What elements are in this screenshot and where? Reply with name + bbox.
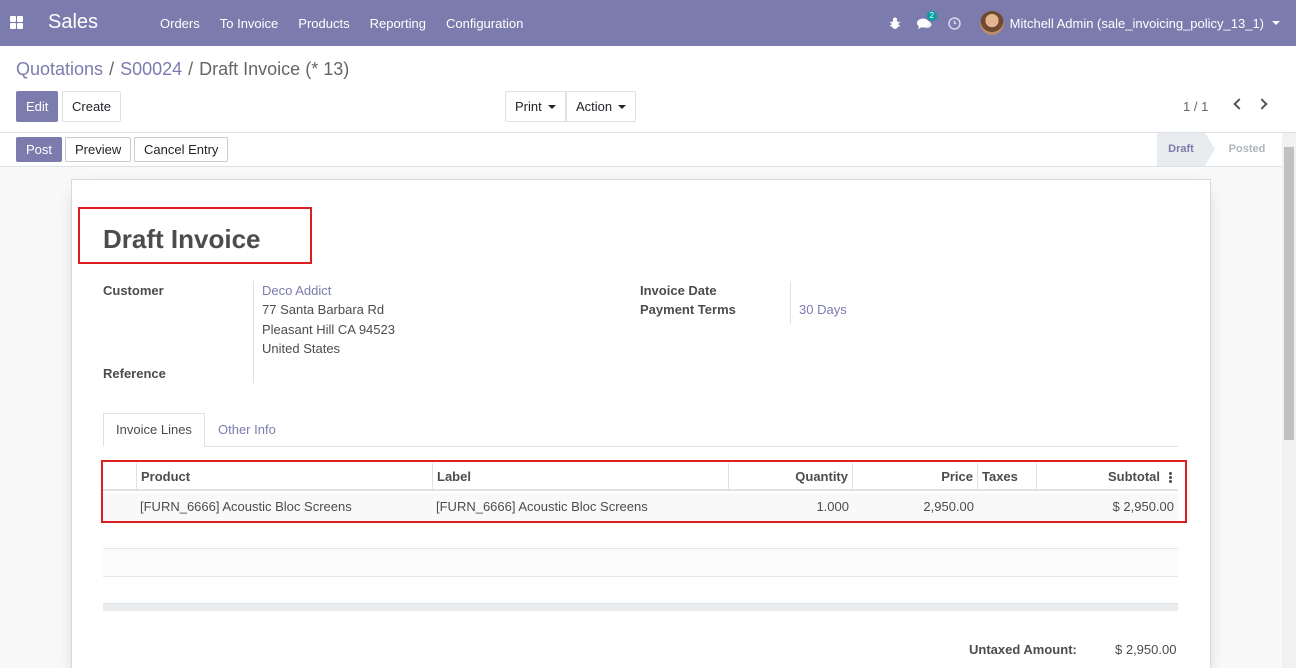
main-menu: Orders To Invoice Products Reporting Con… xyxy=(150,0,533,46)
table-footer xyxy=(103,603,1178,611)
user-name: Mitchell Admin (sale_invoicing_policy_13… xyxy=(1009,15,1264,31)
menu-to-invoice[interactable]: To Invoice xyxy=(210,16,289,31)
chevron-left-icon[interactable] xyxy=(1233,98,1245,110)
breadcrumb-order[interactable]: S00024 xyxy=(120,59,182,79)
create-button[interactable]: Create xyxy=(62,91,122,122)
tab-other-info[interactable]: Other Info xyxy=(218,422,276,437)
field-separator xyxy=(253,281,254,383)
caret-down-icon xyxy=(618,105,627,109)
field-separator xyxy=(790,281,791,324)
tab-line xyxy=(103,446,1178,447)
caret-down-icon xyxy=(1272,21,1280,25)
menu-configuration[interactable]: Configuration xyxy=(436,16,533,31)
clock-icon[interactable] xyxy=(940,0,970,46)
menu-reporting[interactable]: Reporting xyxy=(360,16,436,31)
menu-products[interactable]: Products xyxy=(288,16,359,31)
untaxed-amount-value: $ 2,950.00 xyxy=(1115,642,1177,657)
top-navbar: Sales Orders To Invoice Products Reporti… xyxy=(0,0,1296,46)
tab-invoice-lines[interactable]: Invoice Lines xyxy=(103,413,205,447)
payment-terms-label: Payment Terms xyxy=(640,302,736,317)
caret-down-icon xyxy=(547,105,556,109)
menu-orders[interactable]: Orders xyxy=(150,16,210,31)
untaxed-amount-label: Untaxed Amount: xyxy=(969,642,1077,657)
chat-icon[interactable]: 2 xyxy=(910,0,940,46)
chevron-right-icon[interactable] xyxy=(1256,98,1268,110)
address-line-3: United States xyxy=(262,341,341,356)
action-label: Action xyxy=(576,99,613,114)
invoice-date-label: Invoice Date xyxy=(640,283,717,298)
stage-posted[interactable]: Posted xyxy=(1215,133,1279,166)
stage-arrow xyxy=(1205,133,1215,166)
print-label: Print xyxy=(515,99,542,114)
table-highlight xyxy=(101,460,1187,523)
address-line-1: 77 Santa Barbara Rd xyxy=(262,302,385,317)
breadcrumb-separator: / xyxy=(109,59,115,79)
statusbar: Post Preview Cancel Entry Draft Posted xyxy=(0,133,1296,167)
address-line-2: Pleasant Hill CA 94523 xyxy=(262,322,395,337)
cancel-entry-button[interactable]: Cancel Entry xyxy=(134,137,229,162)
pager-value[interactable]: 1 / 1 xyxy=(1183,99,1208,114)
post-button[interactable]: Post xyxy=(16,137,63,162)
chat-badge: 2 xyxy=(926,11,938,21)
avatar xyxy=(979,11,1004,35)
reference-label: Reference xyxy=(103,366,166,381)
breadcrumb-quotations[interactable]: Quotations xyxy=(16,59,103,79)
print-dropdown[interactable]: Print xyxy=(505,91,566,122)
preview-button[interactable]: Preview xyxy=(65,137,132,162)
breadcrumb-current: Draft Invoice (* 13) xyxy=(199,59,350,79)
app-brand[interactable]: Sales xyxy=(48,11,98,34)
apps-grid-icon[interactable] xyxy=(10,16,23,29)
action-dropdown[interactable]: Action xyxy=(566,91,637,122)
customer-label: Customer xyxy=(103,283,164,298)
user-menu[interactable]: Mitchell Admin (sale_invoicing_policy_13… xyxy=(970,11,1296,35)
bug-icon[interactable] xyxy=(880,0,910,46)
breadcrumb-separator: / xyxy=(188,59,194,79)
customer-link[interactable]: Deco Addict xyxy=(262,283,331,298)
scrollbar[interactable] xyxy=(1282,133,1296,668)
payment-terms-link[interactable]: 30 Days xyxy=(799,302,847,317)
breadcrumb: Quotations / S00024/Draft Invoice (* 13) xyxy=(16,59,349,80)
table-row-divider xyxy=(103,576,1178,577)
edit-button[interactable]: Edit xyxy=(16,91,59,122)
invoice-title: Draft Invoice xyxy=(103,224,261,254)
empty-row xyxy=(103,549,1178,576)
stage-draft[interactable]: Draft xyxy=(1157,133,1205,166)
systray: 2 Mitchell Admin (sale_invoicing_policy_… xyxy=(880,0,1296,46)
scrollbar-thumb[interactable] xyxy=(1284,147,1294,440)
